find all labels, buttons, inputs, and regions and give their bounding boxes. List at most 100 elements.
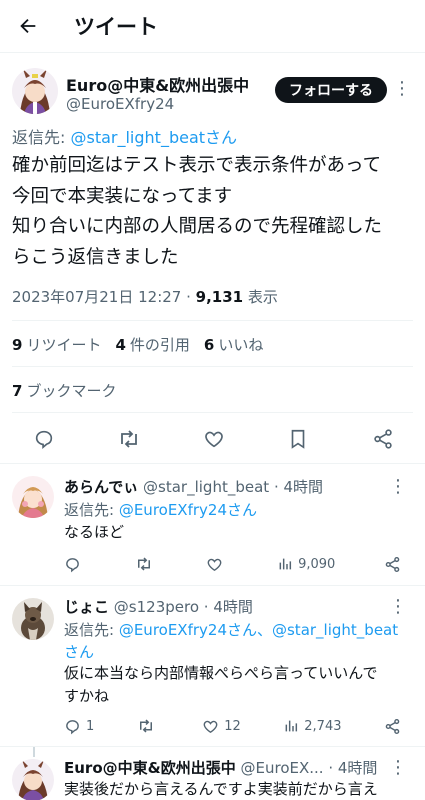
reply-to-line: 返信先: @EuroEXfry24さん、@star_light_beat さん <box>64 619 398 663</box>
reply-text-line: 実装後だから言えるんですよ実装前だから言え <box>64 780 378 798</box>
reply-to-line: 返信先: @star_light_beatさん <box>12 124 237 148</box>
author-name[interactable]: Euro@中東&欧州出張中 <box>66 72 249 96</box>
thread-line <box>33 747 35 757</box>
back-button[interactable] <box>10 8 46 44</box>
reply-to-prefix: 返信先: <box>12 128 71 147</box>
tweet-text-line: らこう返信きました <box>12 246 179 268</box>
reply-header: Euro@中東&欧州出張中 @EuroEX... · 4時間 <box>64 757 377 778</box>
reply-time[interactable]: · 4時間 <box>274 478 323 496</box>
bookmark-button[interactable] <box>286 427 310 451</box>
more-icon[interactable]: ⋮ <box>393 80 411 98</box>
like-button[interactable] <box>206 556 228 573</box>
reply-actions: 9,090 <box>64 553 404 575</box>
views-button[interactable]: 9,090 <box>277 556 335 572</box>
share-icon <box>385 718 400 734</box>
quotes-stat[interactable]: 4 件の引用 <box>115 334 189 355</box>
reply-to-line: 返信先: @EuroEXfry24さん <box>64 499 257 520</box>
tweet-actions <box>12 424 413 454</box>
share-icon <box>374 429 392 449</box>
avatar[interactable] <box>12 598 54 640</box>
share-icon <box>385 556 400 572</box>
reply-author-handle[interactable]: @EuroEX... <box>241 759 324 777</box>
likes-stat[interactable]: 6 いいね <box>204 334 263 355</box>
reply-to-user-link[interactable]: @EuroEXfry24さん <box>119 501 257 519</box>
reply-button[interactable] <box>64 556 86 573</box>
reply-count: 1 <box>86 718 95 734</box>
reply-text-line: すかね <box>64 687 110 705</box>
top-bar: ツイート <box>0 0 425 53</box>
quotes-count: 4 <box>115 336 126 354</box>
arrow-left-icon <box>20 18 36 34</box>
reply-author-handle[interactable]: @s123pero <box>114 598 199 616</box>
avatar[interactable] <box>12 476 54 518</box>
share-button[interactable] <box>384 556 404 573</box>
share-button[interactable] <box>371 427 395 451</box>
reply-to-prefix: 返信先: <box>64 501 119 519</box>
timestamp[interactable]: 2023年07月21日 12:27 · <box>12 288 191 306</box>
reply-header: あらんでぃ @star_light_beat · 4時間 <box>64 476 323 497</box>
reply-text: 実装後だから言えるんですよ実装前だから言え <box>64 778 378 800</box>
retweet-button[interactable] <box>117 427 141 451</box>
reply-author-name[interactable]: あらんでぃ <box>64 478 138 496</box>
reply-icon <box>35 430 53 450</box>
likes-label: いいね <box>218 336 264 354</box>
reply-text: なるほど <box>64 521 124 544</box>
bookmarks-stat[interactable]: 7 ブックマーク <box>12 380 116 401</box>
heart-icon <box>204 431 223 448</box>
views-count: 9,090 <box>298 556 336 572</box>
reply-to-prefix: 返信先: <box>64 621 119 639</box>
reply-button[interactable]: 1 <box>64 718 94 735</box>
page-title: ツイート <box>74 15 158 39</box>
bookmarks-count: 7 <box>12 382 23 400</box>
retweet-icon <box>120 430 137 448</box>
retweets-stat[interactable]: 9 リツイート <box>12 334 101 355</box>
heart-icon <box>203 720 218 733</box>
heart-icon <box>207 558 222 571</box>
retweet-button[interactable] <box>135 555 158 573</box>
divider <box>12 320 413 321</box>
tweet-text-line: 確か前回迄はテスト表示で表示条件があって <box>12 155 382 176</box>
reply-to-user-link[interactable]: @EuroEXfry24さん、@star_light_beat <box>119 621 398 639</box>
share-button[interactable] <box>384 718 404 735</box>
views-label: 表示 <box>247 288 278 306</box>
like-button[interactable]: 12 <box>202 718 241 735</box>
follow-button[interactable]: フォローする <box>275 77 387 103</box>
reply-tweet[interactable]: じょこ @s123pero · 4時間 ⋮ 返信先: @EuroEXfry24さ… <box>0 586 425 746</box>
like-count: 12 <box>224 718 241 734</box>
reply-author-handle[interactable]: @star_light_beat <box>143 478 269 496</box>
more-icon[interactable]: ⋮ <box>389 478 407 496</box>
reply-to-user-link-cont[interactable]: さん <box>64 643 94 661</box>
reply-time[interactable]: · 4時間 <box>204 598 253 616</box>
reply-author-name[interactable]: Euro@中東&欧州出張中 <box>64 759 236 777</box>
author-handle[interactable]: @EuroEXfry24 <box>66 95 174 113</box>
bookmarks-label: ブックマーク <box>26 382 117 400</box>
retweets-label: リツイート <box>26 336 102 354</box>
retweet-icon <box>137 557 150 571</box>
views-count: 9,131 <box>195 288 244 306</box>
views-count: 2,743 <box>304 718 342 734</box>
tweet-text: 確か前回迄はテスト表示で表示条件があって 今回で本実装になってます 知り合いに内… <box>12 151 417 273</box>
views-button[interactable]: 2,743 <box>283 718 342 734</box>
tweet-text-line: 今回で本実装になってます <box>12 185 233 207</box>
like-button[interactable] <box>202 427 226 451</box>
avatar[interactable] <box>12 68 58 114</box>
analytics-icon <box>279 558 292 570</box>
reply-tweet[interactable]: あらんでぃ @star_light_beat · 4時間 ⋮ 返信先: @Eur… <box>0 464 425 585</box>
reply-icon <box>66 719 79 734</box>
tweet-meta: 2023年07月21日 12:27 · 9,131 表示 <box>12 286 278 307</box>
reply-time[interactable]: · 4時間 <box>328 759 377 777</box>
reply-button[interactable] <box>32 427 56 451</box>
reply-author-name[interactable]: じょこ <box>64 598 109 616</box>
more-icon[interactable]: ⋮ <box>389 598 407 616</box>
reply-tweet[interactable]: Euro@中東&欧州出張中 @EuroEX... · 4時間 ⋮ 実装後だから言… <box>0 747 425 800</box>
reply-to-user-link[interactable]: @star_light_beatさん <box>70 128 237 147</box>
reply-actions: 1 12 2,743 <box>64 715 404 737</box>
avatar[interactable] <box>12 759 54 800</box>
tweet-text-line: 知り合いに内部の人間居るので先程確認した <box>12 216 383 237</box>
more-icon[interactable]: ⋮ <box>389 759 407 777</box>
reply-text: 仮に本当なら内部情報ぺらぺら言っていいんで すかね <box>64 662 378 708</box>
retweets-count: 9 <box>12 336 23 354</box>
main-tweet-header: Euro@中東&欧州出張中 @EuroEXfry24 フォローする ⋮ <box>12 66 413 118</box>
retweet-button[interactable] <box>137 717 160 735</box>
reply-header: じょこ @s123pero · 4時間 <box>64 596 253 617</box>
